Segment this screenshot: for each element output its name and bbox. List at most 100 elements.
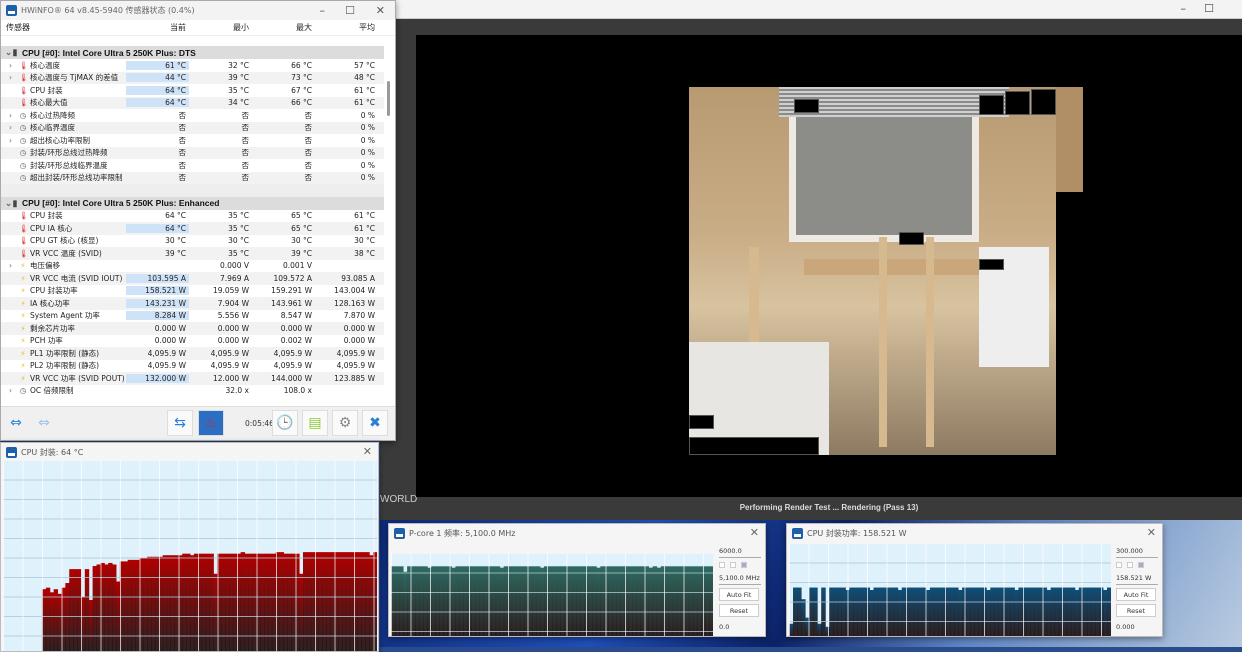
sensor-row[interactable]: 🌡 CPU 封装 64 °C 35 °C 65 °C 61 °C [1, 210, 384, 223]
col-min[interactable]: 最小 [189, 22, 252, 33]
sensor-row[interactable]: ⚡ CPU 封装功率 158.521 W 19.059 W 159.291 W 143.0… [1, 285, 384, 298]
graph-bar [104, 564, 109, 651]
value-max: 4,095.9 W [273, 361, 312, 371]
graph-bar [958, 590, 963, 636]
chevron-right-icon[interactable]: › [9, 261, 19, 270]
auto-fit-button[interactable]: Auto Fit [719, 588, 759, 601]
close-button[interactable]: ✕ [750, 526, 759, 539]
sensor-row[interactable]: ◷ 封装/环形总线临界温度 否 否 否 0 % [1, 159, 384, 172]
sensor-row[interactable]: ⚡ PCH 功率 0.000 W 0.000 W 0.002 W 0.000 W [1, 335, 384, 348]
lightning-icon: ⚡ [20, 361, 26, 371]
graph-bar [825, 626, 830, 636]
sensor-section-header[interactable]: ⌄ ▮ CPU [#0]: Intel Core Ultra 5 250K Plus… [1, 196, 384, 210]
scrollbar-thumb[interactable] [387, 81, 390, 116]
value-min: 32.0 x [225, 386, 249, 396]
clock-icon[interactable]: 🕒 [272, 410, 298, 436]
sensor-row[interactable]: › ◷ 超出核心功率限制 否 否 否 0 % [1, 134, 384, 147]
collapse-arrows-icon[interactable]: ⇔ [31, 410, 57, 436]
sensor-row[interactable]: 🌡 CPU 封装 64 °C 35 °C 67 °C 61 °C [1, 84, 384, 97]
cpu-heat-icon[interactable]: ♨ [198, 410, 224, 436]
sensor-row[interactable]: › 🌡 核心温度与 TjMAX 的差值 44 °C 39 °C 73 °C 48 °C [1, 71, 384, 84]
section-title: CPU [#0]: Intel Core Ultra 5 250K Plus: … [22, 198, 220, 208]
sensor-row[interactable]: › ◷ 核心过热降频 否 否 否 0 % [1, 109, 384, 122]
thermometer-icon: 🌡 [19, 236, 29, 246]
option-checkbox[interactable] [1116, 562, 1122, 568]
sensor-row[interactable]: › ◷ OC 倍频限制 32.0 x 108.0 x [1, 385, 384, 398]
sensor-row[interactable]: › ◷ 核心临界温度 否 否 否 0 % [1, 121, 384, 134]
network-icon[interactable]: ⇆ [167, 410, 193, 436]
value-avg: 4,095.9 W [336, 348, 375, 358]
col-avg[interactable]: 平均 [315, 22, 378, 33]
graph-bar [158, 556, 164, 651]
sensor-row[interactable]: ⚡ 剩余芯片功率 0.000 W 0.000 W 0.000 W 0.000 W [1, 322, 384, 335]
chevron-right-icon[interactable]: › [9, 136, 19, 145]
settings-gear-icon[interactable]: ⚙ [332, 410, 358, 436]
value-min: 32 °C [228, 60, 249, 70]
value-max: 66 °C [291, 60, 312, 70]
maximize-button[interactable]: ☐ [1204, 2, 1214, 15]
graph-bar [821, 587, 826, 636]
value-min: 4,095.9 W [210, 348, 249, 358]
sensor-row[interactable]: ⚡ VR VCC 电流 (SVID IOUT) 103.595 A 7.969 A 10… [1, 272, 384, 285]
option-checkbox[interactable] [1127, 562, 1133, 568]
sensor-row[interactable]: 🌡 VR VCC 温度 (SVID) 39 °C 35 °C 39 °C 38 °C [1, 247, 384, 260]
graph-bar [507, 566, 513, 636]
graph-bar [588, 566, 593, 636]
auto-fit-button[interactable]: Auto Fit [1116, 588, 1156, 601]
option-checkbox[interactable] [741, 562, 747, 568]
sensor-section-header[interactable]: ⌄ ▮ CPU [#0]: Intel Core Ultra 5 250K Plus… [1, 46, 384, 59]
value-max: 否 [304, 173, 313, 183]
sensor-row[interactable]: › 🌡 核心温度 61 °C 32 °C 66 °C 57 °C [1, 59, 384, 72]
graph-bar [119, 561, 125, 651]
value-current: 0.000 W [154, 336, 186, 346]
sensor-row[interactable]: ◷ 超出封装/环形总线功率限制 否 否 否 0 % [1, 171, 384, 184]
value-min: 0.000 W [217, 323, 249, 333]
sensor-row[interactable]: ⚡ VR VCC 功率 (SVID POUT) 132.000 W 12.000 W 1… [1, 372, 384, 385]
col-sensor[interactable]: 传感器 [1, 22, 126, 33]
col-current[interactable]: 当前 [126, 22, 189, 33]
sensor-row[interactable]: 🌡 核心最大值 64 °C 34 °C 66 °C 61 °C [1, 96, 384, 109]
chevron-down-icon[interactable]: ⌄ [1, 47, 12, 58]
col-max[interactable]: 最大 [252, 22, 315, 33]
close-button[interactable]: ✕ [376, 4, 385, 17]
graph-bar [556, 566, 561, 636]
graph-bar [1094, 587, 1100, 636]
lightning-icon: ⚡ [20, 298, 26, 308]
graph-bar [77, 569, 82, 651]
maximize-button[interactable]: ☐ [345, 4, 355, 17]
sensor-row[interactable]: ⚡ PL1 功率限制 (静态) 4,095.9 W 4,095.9 W 4,095.9 … [1, 347, 384, 360]
sensor-row[interactable]: ⚡ System Agent 功率 8.284 W 5.556 W 8.547 W 7.8… [1, 310, 384, 323]
chevron-right-icon[interactable]: › [9, 61, 19, 70]
minimize-button[interactable]: – [1181, 2, 1187, 15]
reset-button[interactable]: Reset [1116, 604, 1156, 617]
graph-bar [901, 587, 907, 636]
chevron-right-icon[interactable]: › [9, 123, 19, 132]
option-checkbox[interactable] [730, 562, 736, 568]
chevron-right-icon[interactable]: › [9, 73, 19, 82]
sensor-row[interactable]: ⚡ IA 核心功率 143.231 W 7.904 W 143.961 W 128.163… [1, 297, 384, 310]
value-avg: 30 °C [354, 236, 375, 246]
graph-bar [692, 566, 698, 636]
sensor-row[interactable]: › ⚡ 电压偏移 0.000 V 0.001 V [1, 260, 384, 273]
value-current: 103.595 A [126, 273, 189, 283]
sensor-row[interactable]: 🌡 CPU GT 核心 (核显) 30 °C 30 °C 30 °C 30 °C [1, 235, 384, 248]
close-button[interactable]: ✕ [1147, 526, 1156, 539]
chevron-right-icon[interactable]: › [9, 111, 19, 120]
graph-bar [491, 566, 497, 636]
close-x-icon[interactable]: ✖ [362, 410, 388, 436]
option-checkbox[interactable] [719, 562, 725, 568]
thermometer-icon: 🌡 [19, 98, 29, 108]
option-checkbox[interactable] [1138, 562, 1144, 568]
graph-max-value: 300.000 [1116, 545, 1158, 558]
sensor-row[interactable]: 🌡 CPU IA 核心 64 °C 35 °C 65 °C 61 °C [1, 222, 384, 235]
sensor-row[interactable]: ⚡ PL2 功率限制 (静态) 4,095.9 W 4,095.9 W 4,095.9 … [1, 360, 384, 373]
minimize-button[interactable]: – [320, 4, 326, 17]
chevron-right-icon[interactable]: › [9, 386, 19, 395]
chevron-down-icon[interactable]: ⌄ [1, 198, 12, 209]
add-report-icon[interactable]: ▤ [302, 410, 328, 436]
close-button[interactable]: ✕ [363, 445, 372, 458]
sensor-row[interactable]: ◷ 封装/环形总线过热降频 否 否 否 0 % [1, 146, 384, 159]
reset-button[interactable]: Reset [719, 604, 759, 617]
clock-icon: ◷ [19, 148, 27, 158]
expand-arrows-icon[interactable]: ⇔ [3, 410, 29, 436]
